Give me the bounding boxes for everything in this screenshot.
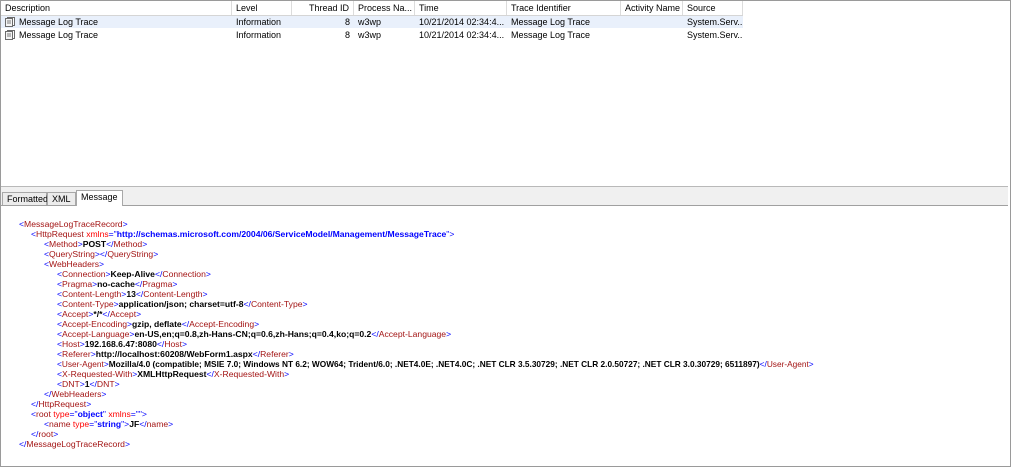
cell-level: Information [236, 17, 282, 27]
xml-header-line: <Accept-Encoding>gzip, deflate</Accept-E… [57, 319, 260, 329]
cell-process: w3wp [358, 30, 382, 40]
cell-process: w3wp [358, 17, 382, 27]
column-header-level[interactable]: Level [232, 1, 292, 15]
xml-line: <root type="object" xmlns=""> [31, 409, 147, 419]
cell-time: 10/21/2014 02:34:4... [419, 30, 505, 40]
tab-message[interactable]: Message [76, 190, 123, 206]
cell-source: System.Serv... [687, 30, 743, 40]
tab-formatted[interactable]: Formatted [2, 192, 48, 205]
table-row[interactable]: Message Log Trace Information 8 w3wp 10/… [1, 29, 743, 41]
xml-header-line: <Connection>Keep-Alive</Connection> [57, 269, 211, 279]
xml-line: <name type="string">JF</name> [44, 419, 174, 429]
xml-line: <HttpRequest xmlns="http://schemas.micro… [31, 229, 455, 239]
column-header-time[interactable]: Time [415, 1, 507, 15]
xml-line: <QueryString></QueryString> [44, 249, 159, 259]
xml-line: </MessageLogTraceRecord> [19, 439, 130, 449]
xml-header-line: <Content-Length>13</Content-Length> [57, 289, 208, 299]
xml-line: <MessageLogTraceRecord> [19, 219, 128, 229]
cell-time: 10/21/2014 02:34:4... [419, 17, 505, 27]
xml-header-line: <Referer>http://localhost:60208/WebForm1… [57, 349, 294, 359]
cell-description: Message Log Trace [19, 17, 99, 27]
column-header-thread-id[interactable]: Thread ID [292, 1, 354, 15]
cell-level: Information [236, 30, 282, 40]
tab-xml[interactable]: XML [47, 192, 76, 205]
xml-header-line: <User-Agent>Mozilla/4.0 (compatible; MSI… [57, 359, 814, 369]
xml-line: <Method>POST</Method> [44, 239, 148, 249]
xml-header-line: <Content-Type>application/json; charset=… [57, 299, 308, 309]
table-row[interactable]: Message Log Trace Information 8 w3wp 10/… [1, 16, 743, 28]
xml-header-line: <DNT>1</DNT> [57, 379, 120, 389]
cell-activity-name [621, 16, 683, 28]
xml-header-line: <Host>192.168.6.47:8080</Host> [57, 339, 188, 349]
xml-header-line: <Accept-Language>en-US,en;q=0.8,zh-Hans-… [57, 329, 452, 339]
column-header-trace-identifier[interactable]: Trace Identifier [507, 1, 621, 15]
column-header-process-name[interactable]: Process Na... [354, 1, 415, 15]
cell-description: Message Log Trace [19, 30, 99, 40]
column-header-description[interactable]: Description [1, 1, 232, 15]
xml-header-line: <Accept>*/*</Accept> [57, 309, 142, 319]
cell-source: System.Serv... [687, 17, 743, 27]
cell-trace-identifier: Message Log Trace [511, 17, 591, 27]
cell-trace-identifier: Message Log Trace [511, 30, 591, 40]
message-xml-view[interactable]: <MessageLogTraceRecord> <HttpRequest xml… [1, 206, 1008, 465]
cell-thread-id: 8 [344, 17, 350, 27]
xml-line: </WebHeaders> [44, 389, 107, 399]
column-header-activity-name[interactable]: Activity Name [621, 1, 683, 15]
xml-line: </root> [31, 429, 59, 439]
trace-list[interactable]: Description Level Thread ID Process Na..… [1, 1, 1008, 186]
detail-tabs: Formatted XML Message [1, 189, 1008, 206]
list-header: Description Level Thread ID Process Na..… [1, 1, 743, 16]
xml-line: <WebHeaders> [44, 259, 105, 269]
xml-header-line: <X-Requested-With>XMLHttpRequest</X-Requ… [57, 369, 290, 379]
xml-line: </HttpRequest> [31, 399, 92, 409]
cell-activity-name [621, 29, 683, 41]
xml-header-line: <Pragma>no-cache</Pragma> [57, 279, 178, 289]
column-header-source[interactable]: Source [683, 1, 743, 15]
cell-thread-id: 8 [344, 30, 350, 40]
